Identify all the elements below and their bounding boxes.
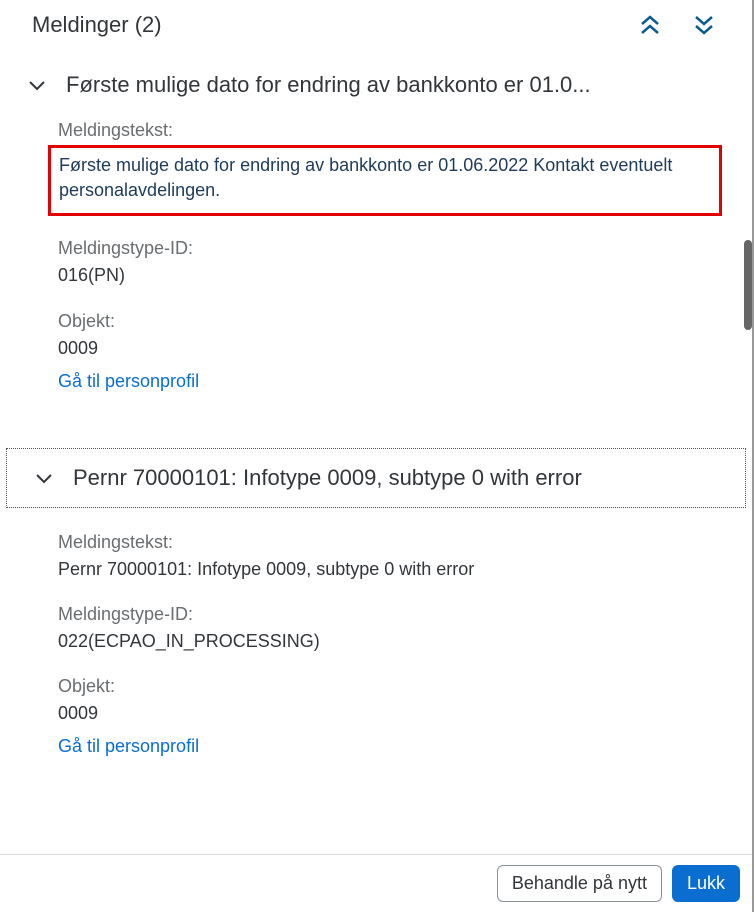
field-label-text: Meldingstekst: bbox=[58, 532, 730, 553]
close-button[interactable]: Lukk bbox=[672, 865, 740, 902]
message-title: Pernr 70000101: Infotype 0009, subtype 0… bbox=[73, 465, 723, 491]
message-header[interactable]: Første mulige dato for endring av bankko… bbox=[0, 56, 752, 114]
person-profile-link[interactable]: Gå til personprofil bbox=[58, 371, 199, 392]
header-controls bbox=[634, 10, 720, 40]
message-body: Meldingstekst: Pernr 70000101: Infotype … bbox=[0, 508, 752, 786]
message-body: Meldingstekst: Første mulige dato for en… bbox=[0, 114, 752, 420]
collapse-button[interactable] bbox=[26, 76, 48, 94]
field-label-type: Meldingstype-ID: bbox=[58, 604, 730, 625]
message-item: Pernr 70000101: Infotype 0009, subtype 0… bbox=[0, 448, 752, 786]
field-value-type: 016(PN) bbox=[58, 263, 730, 288]
panel-title: Meldinger (2) bbox=[32, 12, 162, 38]
field-value-text: Pernr 70000101: Infotype 0009, subtype 0… bbox=[58, 557, 730, 582]
panel-header: Meldinger (2) bbox=[0, 0, 752, 56]
collapse-all-button[interactable] bbox=[634, 10, 666, 40]
chevron-down-icon bbox=[35, 471, 53, 485]
message-header[interactable]: Pernr 70000101: Infotype 0009, subtype 0… bbox=[6, 448, 746, 508]
double-chevron-up-icon bbox=[638, 14, 662, 36]
field-value-text: Første mulige dato for endring av bankko… bbox=[48, 145, 722, 216]
message-title: Første mulige dato for endring av bankko… bbox=[66, 72, 730, 98]
message-item: Første mulige dato for endring av bankko… bbox=[0, 56, 752, 420]
dialog-footer: Behandle på nytt Lukk bbox=[0, 854, 752, 912]
field-value-object: 0009 bbox=[58, 701, 730, 726]
person-profile-link[interactable]: Gå til personprofil bbox=[58, 736, 199, 757]
field-label-object: Objekt: bbox=[58, 311, 730, 332]
chevron-down-icon bbox=[28, 78, 46, 92]
field-label-object: Objekt: bbox=[58, 676, 730, 697]
field-label-type: Meldingstype-ID: bbox=[58, 238, 730, 259]
retry-button[interactable]: Behandle på nytt bbox=[497, 865, 662, 902]
field-label-text: Meldingstekst: bbox=[58, 120, 730, 141]
double-chevron-down-icon bbox=[692, 14, 716, 36]
field-value-object: 0009 bbox=[58, 336, 730, 361]
collapse-button[interactable] bbox=[33, 469, 55, 487]
field-value-type: 022(ECPAO_IN_PROCESSING) bbox=[58, 629, 730, 654]
expand-all-button[interactable] bbox=[688, 10, 720, 40]
scrollbar-thumb[interactable] bbox=[744, 240, 752, 330]
